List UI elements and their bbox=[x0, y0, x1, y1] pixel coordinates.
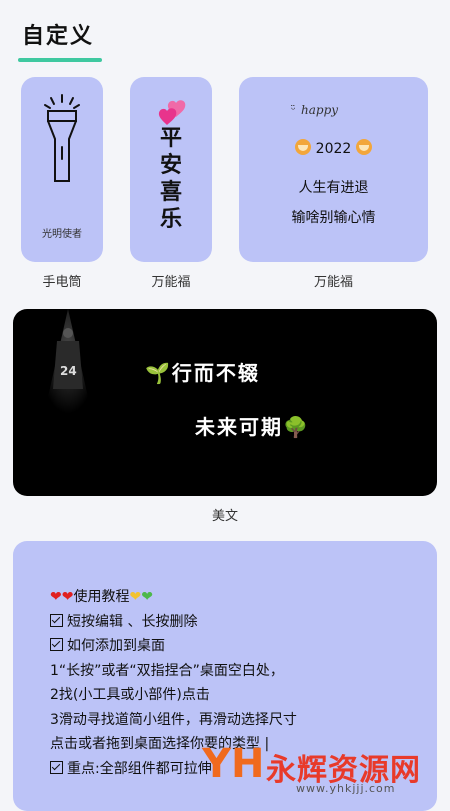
watermark-url: www.yhkjjj.com bbox=[296, 782, 396, 795]
guide-title: ❤❤使用教程❤❤ bbox=[50, 589, 153, 605]
fu-char: 平 bbox=[159, 126, 182, 151]
quote-line-2: 输啥别输心情 bbox=[291, 210, 376, 226]
tab-label[interactable]: 自定义 bbox=[22, 18, 94, 50]
guide-item: 3滑动寻找道简小组件，再滑动选择尺寸 bbox=[50, 711, 297, 728]
year-row: 2022 bbox=[239, 139, 428, 157]
fu-char: 安 bbox=[159, 153, 182, 178]
watermark-logo-icon: YH bbox=[202, 741, 265, 787]
player-image: 24 bbox=[43, 309, 93, 419]
tab-indicator bbox=[18, 58, 102, 62]
guide-item: 2找(小工具或小部件)点击 bbox=[50, 687, 210, 703]
widget-flashlight-label: 手电筒 bbox=[42, 275, 82, 290]
widget-quote-label: 美文 bbox=[211, 509, 238, 524]
fu-vertical-text: 平 安 喜 乐 bbox=[130, 125, 212, 233]
heart-icon: ❤❤ bbox=[50, 589, 74, 605]
flashlight-caption: 光明使者 bbox=[42, 229, 82, 240]
heart-icon: ❤ bbox=[141, 589, 153, 605]
guide-item: 1“长按”或者“双指捏合”桌面空白处， bbox=[50, 662, 284, 679]
tiger-icon bbox=[355, 139, 372, 155]
widget-flashlight-card[interactable]: 光明使者 bbox=[21, 77, 103, 262]
check-icon bbox=[50, 760, 63, 774]
quote-line-1: 🌱行而不辍 bbox=[145, 361, 260, 385]
widget-fu-wide-card[interactable]: ᵕ̈ happy 2022 人生有进退 输啥别输心情 bbox=[239, 77, 428, 262]
fu-char: 喜 bbox=[159, 180, 182, 205]
quote-line-2: 未来可期🌳 bbox=[195, 415, 310, 439]
widget-quote-card[interactable]: 24 🌱行而不辍 未来可期🌳 bbox=[13, 309, 437, 496]
happy-text: happy bbox=[301, 103, 339, 117]
svg-text:24: 24 bbox=[60, 364, 77, 378]
check-icon bbox=[50, 613, 63, 627]
guide-item: 短按编辑 、长按删除 bbox=[50, 610, 297, 635]
heart-icon: ❤ bbox=[129, 589, 142, 605]
widget-fu-small-card[interactable]: 平 安 喜 乐 bbox=[130, 77, 212, 262]
seedling-icon: 🌱 bbox=[145, 361, 172, 385]
tiger-icon bbox=[295, 139, 312, 155]
smile-icon: ᵕ̈ bbox=[291, 103, 296, 116]
quote-line-1: 人生有进退 bbox=[298, 180, 369, 196]
tree-icon: 🌳 bbox=[283, 415, 310, 439]
widget-fu-small-label: 万能福 bbox=[151, 275, 191, 290]
widget-fu-wide-label: 万能福 bbox=[313, 275, 353, 290]
check-icon bbox=[50, 638, 63, 651]
guide-item: 如何添加到桌面 bbox=[50, 634, 297, 659]
year-text: 2022 bbox=[315, 141, 352, 157]
flashlight-icon bbox=[44, 94, 80, 182]
fu-char: 乐 bbox=[159, 207, 182, 232]
watermark: YH 永辉资源网 www.yhkjjj.com bbox=[200, 739, 450, 799]
